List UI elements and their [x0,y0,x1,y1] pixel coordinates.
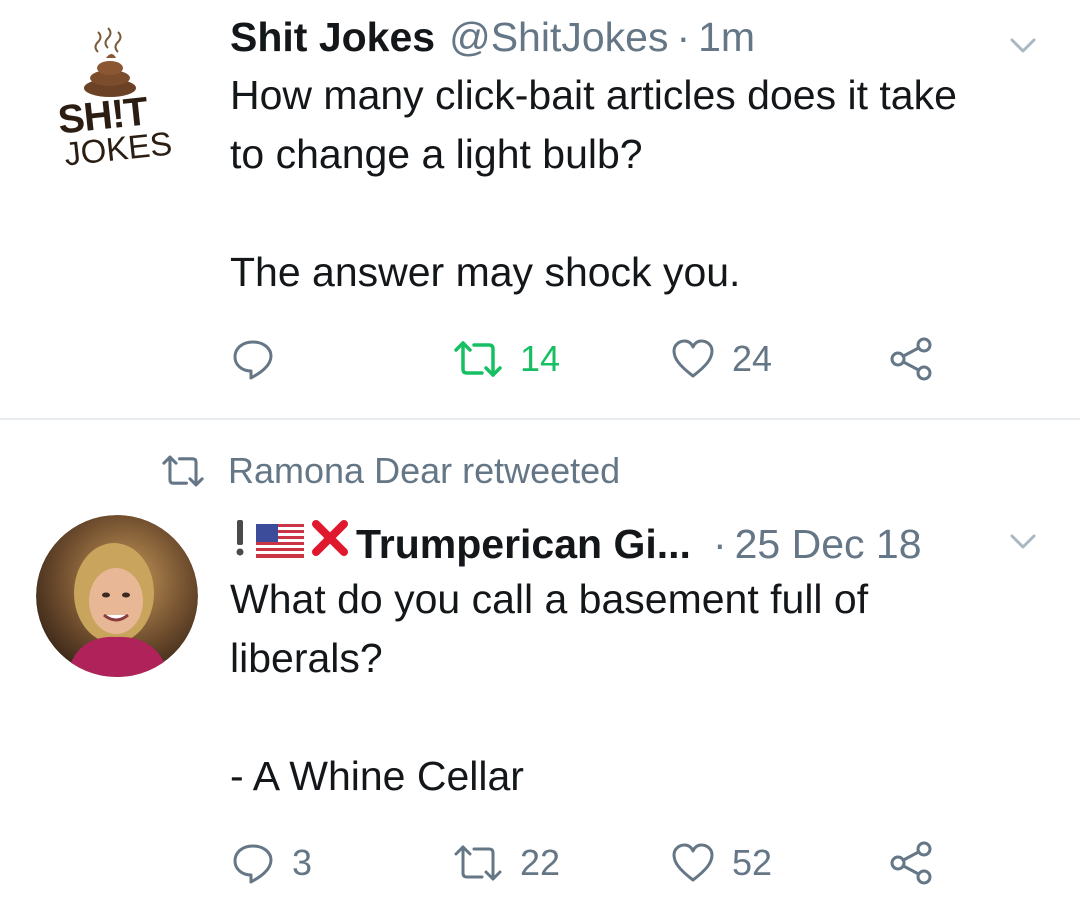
like-count: 24 [732,338,773,379]
retweet-icon [454,341,502,377]
retweet-button[interactable]: 22 [452,838,560,888]
reply-icon [233,340,273,380]
heart-icon [672,339,714,378]
retweet-context[interactable]: Ramona Dear retweeted [160,450,620,492]
reply-button[interactable] [230,334,292,384]
us-flag-icon [256,524,304,558]
retweet-count: 22 [520,842,561,883]
tweet[interactable]: Ramona Dear retweeted Trumperican Gi... … [0,420,1080,923]
author-name[interactable]: Shit Jokes [230,12,435,62]
reply-button[interactable]: 3 [230,838,312,888]
cross-mark-icon [310,518,350,558]
reply-count: 3 [292,842,313,883]
retweet-icon [454,845,502,881]
tweet-header: Trumperican Gi... · 25 Dec 18 [230,516,1040,569]
exclamation-icon [230,516,250,558]
share-icon [890,337,932,381]
tweet-header: Shit Jokes @ShitJokes · 1m [230,12,1040,62]
share-button[interactable] [888,334,934,384]
avatar[interactable] [36,515,198,677]
tweet-text: What do you call a basement full of libe… [230,570,1050,806]
tweet-text-line: to change a light bulb? [230,131,643,177]
tweet-text-line: liberals? [230,635,383,681]
retweet-count: 14 [520,338,561,379]
like-button[interactable]: 52 [670,838,772,888]
chevron-down-icon[interactable] [1006,28,1040,62]
share-button[interactable] [888,838,934,888]
tweet-text-line: What do you call a basement full of [230,576,869,622]
tweet-text: How many click-bait articles does it tak… [230,66,1050,302]
chevron-down-icon[interactable] [1006,524,1040,558]
author-name[interactable]: Trumperican Gi... [356,519,691,569]
retweet-button[interactable]: 14 [452,334,560,384]
separator-dot: · [712,521,727,567]
share-icon [890,841,932,885]
avatar[interactable]: SH!T JOKES [36,18,198,180]
like-count: 52 [732,842,773,883]
timestamp[interactable]: 25 Dec 18 [735,519,922,569]
reply-icon [233,844,273,884]
timestamp[interactable]: 1m [698,12,755,62]
retweet-context-label: Ramona Dear retweeted [228,450,621,491]
separator-dot: · [676,14,691,60]
tweet-text-line: How many click-bait articles does it tak… [230,72,957,118]
profile-photo [36,515,198,677]
tweet-actions: 3 22 52 [230,838,990,888]
heart-icon [672,843,714,882]
tweet-text-line: The answer may shock you. [230,249,741,295]
tweet-text-line: - A Whine Cellar [230,753,524,799]
tweet-actions: 14 24 [230,334,990,384]
author-handle[interactable]: @ShitJokes [449,12,668,62]
tweet[interactable]: SH!T JOKES Shit Jokes @ShitJokes · 1m Ho… [0,0,1080,419]
like-button[interactable]: 24 [670,334,772,384]
retweet-icon [162,455,204,487]
